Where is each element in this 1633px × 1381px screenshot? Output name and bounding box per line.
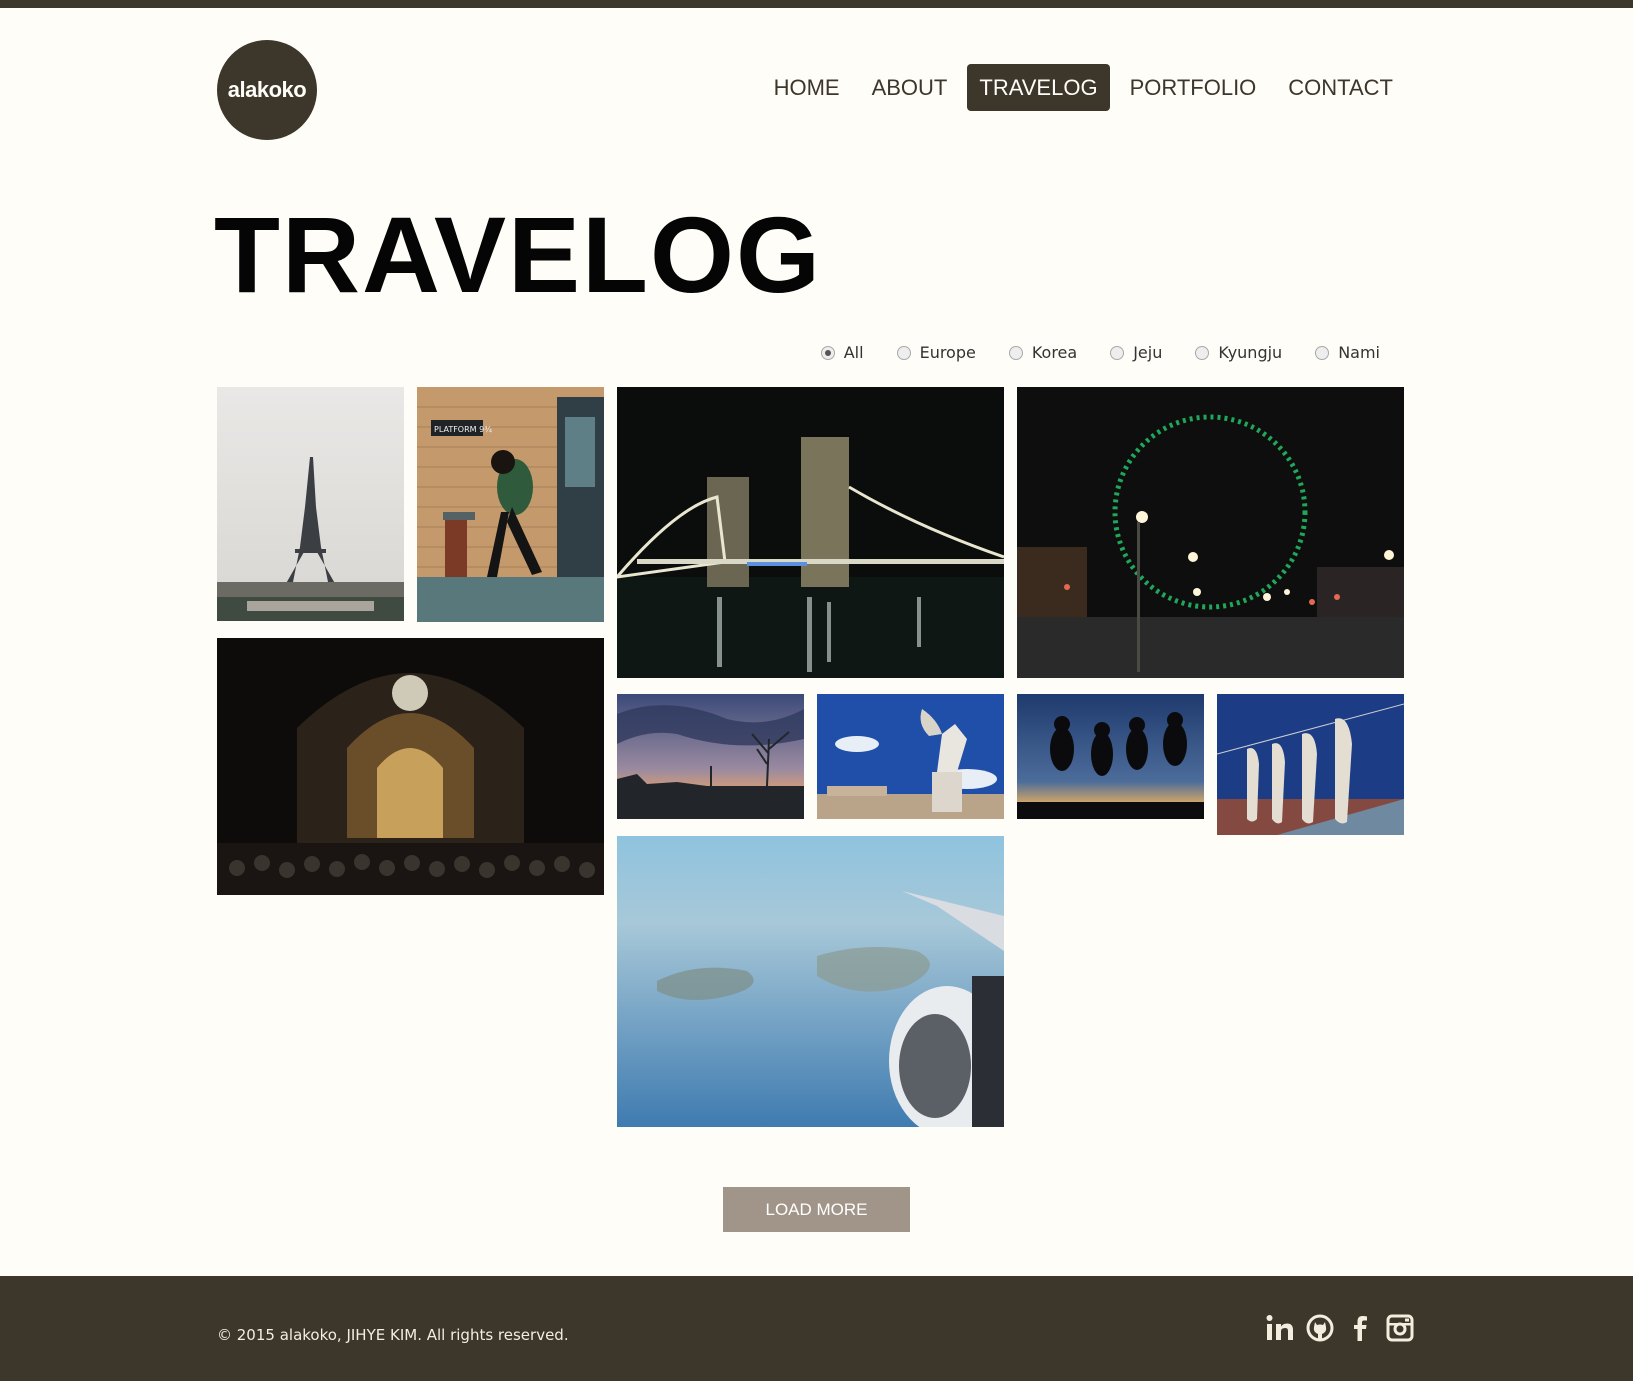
radio-nami[interactable]	[1315, 345, 1330, 360]
load-more-button[interactable]: LOAD MORE	[723, 1187, 910, 1232]
filter-label: Korea	[1031, 343, 1078, 362]
radio-jeju[interactable]	[1110, 345, 1125, 360]
filter-label: All	[843, 343, 864, 362]
nav-portfolio[interactable]: PORTFOLIO	[1118, 64, 1269, 111]
page-title: TRAVELOG	[214, 194, 822, 315]
nav-travelog[interactable]: TRAVELOG	[967, 64, 1110, 111]
logo-text: alakoko	[227, 77, 307, 102]
filter-label: Europe	[919, 343, 976, 362]
social-links	[1264, 1312, 1424, 1344]
filter-kyungju[interactable]: Kyungju	[1195, 343, 1282, 362]
facebook-icon[interactable]	[1344, 1312, 1376, 1344]
site-footer: © 2015 alakoko, JIHYE KIM. All rights re…	[0, 1276, 1633, 1381]
nav-contact[interactable]: CONTACT	[1276, 64, 1405, 111]
photo-platform-nine-three-quarters[interactable]: PLATFORM 9¾	[417, 387, 604, 622]
linkedin-icon[interactable]	[1264, 1312, 1296, 1344]
nav-about[interactable]: ABOUT	[860, 64, 960, 111]
nav-home[interactable]: HOME	[762, 64, 852, 111]
top-accent-bar	[0, 0, 1633, 8]
copyright-text: © 2015 alakoko, JIHYE KIM. All rights re…	[217, 1326, 569, 1344]
github-icon[interactable]	[1304, 1312, 1336, 1344]
filter-label: Jeju	[1133, 343, 1163, 362]
filter-all[interactable]: All	[820, 343, 864, 362]
filter-nami[interactable]: Nami	[1315, 343, 1380, 362]
radio-europe[interactable]	[896, 345, 911, 360]
photo-jumping-silhouettes[interactable]	[1017, 694, 1204, 819]
instagram-icon[interactable]	[1384, 1312, 1416, 1344]
radio-kyungju[interactable]	[1195, 345, 1210, 360]
photo-sunset-park[interactable]	[617, 694, 804, 819]
photo-eiffel-tower[interactable]	[217, 387, 404, 621]
platform-sign-text: PLATFORM 9¾	[434, 425, 492, 434]
site-logo[interactable]: alakoko	[217, 40, 317, 140]
photo-london-eye-night[interactable]	[1017, 387, 1404, 678]
main-nav: HOME ABOUT TRAVELOG PORTFOLIO CONTACT	[754, 64, 1405, 111]
radio-korea[interactable]	[1008, 345, 1023, 360]
photo-cathedral-interior[interactable]	[217, 638, 604, 895]
filter-label: Nami	[1338, 343, 1380, 362]
filter-korea[interactable]: Korea	[1008, 343, 1078, 362]
radio-all[interactable]	[820, 345, 835, 360]
photo-drying-squid[interactable]	[1217, 694, 1404, 835]
filter-label: Kyungju	[1218, 343, 1283, 362]
filter-europe[interactable]: Europe	[896, 343, 976, 362]
category-filter: All Europe Korea Jeju Kyungju Nami	[788, 343, 1380, 362]
photo-tower-bridge-night[interactable]	[617, 387, 1004, 678]
photo-airplane-wing-sky[interactable]	[617, 836, 1004, 1127]
photo-angel-statue[interactable]	[817, 694, 1004, 819]
filter-jeju[interactable]: Jeju	[1110, 343, 1162, 362]
